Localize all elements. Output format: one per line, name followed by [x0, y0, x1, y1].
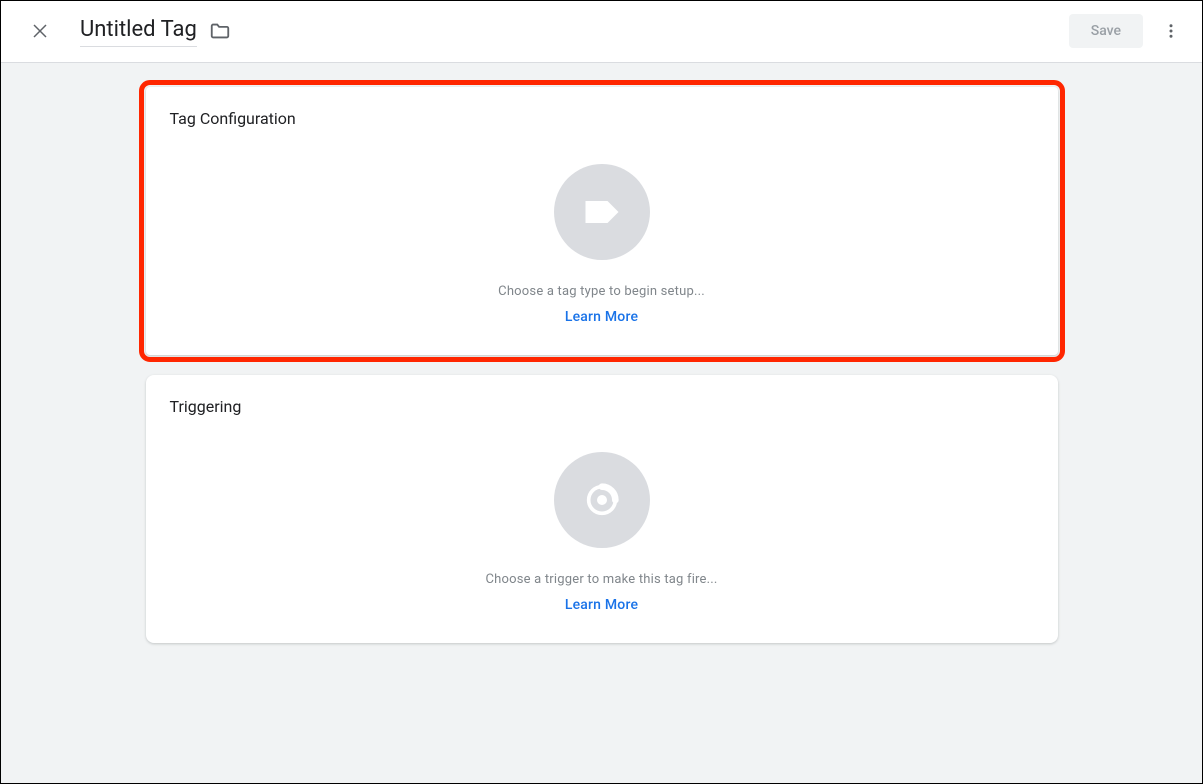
- folder-button[interactable]: [209, 20, 231, 42]
- tag-configuration-body: Choose a tag type to begin setup... Lear…: [170, 164, 1034, 325]
- title-wrap: Untitled Tag: [80, 16, 231, 47]
- tag-configuration-prompt: Choose a tag type to begin setup...: [498, 284, 705, 299]
- tag-type-placeholder-circle: [554, 164, 650, 260]
- triggering-learn-more-link[interactable]: Learn More: [565, 597, 638, 613]
- more-vert-icon: [1162, 22, 1180, 40]
- content-area: Tag Configuration Choose a tag type to b…: [0, 63, 1203, 784]
- triggering-prompt: Choose a trigger to make this tag fire..…: [485, 572, 717, 587]
- trigger-placeholder-circle: [554, 452, 650, 548]
- triggering-body: Choose a trigger to make this tag fire..…: [170, 452, 1034, 613]
- tag-configuration-card[interactable]: Tag Configuration Choose a tag type to b…: [146, 87, 1058, 355]
- more-menu-button[interactable]: [1159, 19, 1183, 43]
- close-icon: [31, 22, 49, 40]
- tag-configuration-learn-more-link[interactable]: Learn More: [565, 309, 638, 325]
- tag-icon: [580, 190, 624, 234]
- triggering-card[interactable]: Triggering Choose a trigger to make this…: [146, 375, 1058, 643]
- folder-icon: [209, 20, 231, 42]
- trigger-icon: [582, 480, 622, 520]
- close-button[interactable]: [28, 19, 52, 43]
- tag-configuration-title: Tag Configuration: [170, 109, 1034, 128]
- save-button[interactable]: Save: [1069, 14, 1143, 48]
- triggering-title: Triggering: [170, 397, 1034, 416]
- header: Untitled Tag Save: [0, 0, 1203, 63]
- header-right: Save: [1069, 14, 1183, 48]
- tag-title[interactable]: Untitled Tag: [80, 16, 197, 47]
